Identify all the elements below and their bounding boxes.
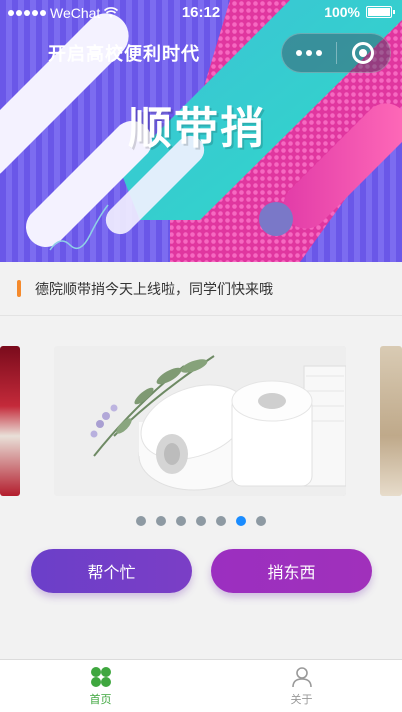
indicator-dot[interactable]	[256, 516, 266, 526]
notice-marker	[17, 280, 21, 297]
carousel-slide-previous[interactable]	[0, 346, 20, 496]
indicator-dot[interactable]	[156, 516, 166, 526]
indicator-dot-active[interactable]	[236, 516, 246, 526]
battery-icon	[366, 6, 395, 18]
indicator-dot[interactable]	[216, 516, 226, 526]
send-item-button[interactable]: 捎东西	[211, 549, 372, 593]
announcement-bar: 德院顺带捎今天上线啦，同学们快来哦	[0, 262, 402, 316]
banner-subtitle: 开启高校便利时代	[48, 44, 200, 65]
battery-status: 100%	[324, 4, 395, 20]
miniprogram-capsule	[281, 33, 391, 73]
more-menu-button[interactable]	[282, 33, 336, 73]
close-target-icon	[352, 42, 375, 64]
carousel-slide-current[interactable]	[54, 346, 346, 496]
bottom-tab-bar: 首页 关于	[0, 659, 402, 712]
image-carousel[interactable]	[0, 346, 402, 496]
carousel-slide-next[interactable]	[380, 346, 402, 496]
indicator-dot[interactable]	[136, 516, 146, 526]
toilet-paper-image	[54, 346, 346, 496]
person-icon	[291, 666, 312, 687]
battery-percent: 100%	[324, 4, 360, 20]
carousel-indicator	[0, 516, 402, 526]
banner-headline: 顺带捎	[128, 103, 266, 154]
more-dots-icon	[295, 50, 302, 56]
tab-home[interactable]: 首页	[0, 660, 201, 712]
tab-home-label: 首页	[89, 692, 112, 706]
tab-about-label: 关于	[290, 692, 313, 706]
help-out-button[interactable]: 帮个忙	[31, 549, 192, 593]
indicator-dot[interactable]	[176, 516, 186, 526]
announcement-text: 德院顺带捎今天上线啦，同学们快来哦	[35, 281, 273, 298]
tab-about[interactable]: 关于	[201, 660, 402, 712]
close-miniprogram-button[interactable]	[336, 33, 390, 73]
indicator-dot[interactable]	[196, 516, 206, 526]
grid-icon	[90, 666, 111, 687]
status-bar: WeChat 16:12 100%	[0, 0, 402, 26]
